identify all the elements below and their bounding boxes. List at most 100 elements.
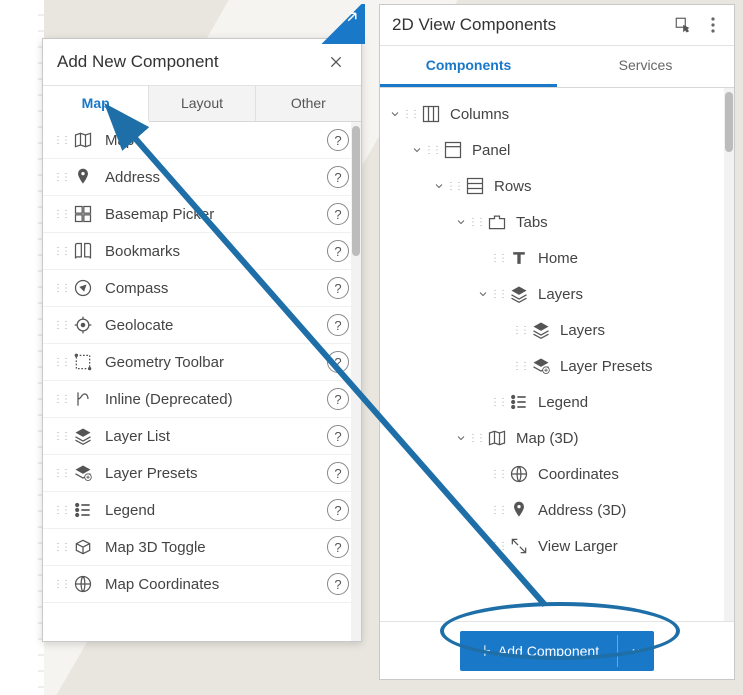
chevron-icon[interactable]: [432, 180, 446, 192]
component-label: Map Coordinates: [105, 576, 327, 593]
component-item[interactable]: ⋮⋮ Layer List?: [43, 418, 359, 455]
right-scrollbar[interactable]: [724, 88, 734, 621]
help-icon[interactable]: ?: [327, 277, 349, 299]
drag-handle-icon[interactable]: ⋮⋮: [53, 431, 63, 442]
help-icon[interactable]: ?: [327, 166, 349, 188]
tree-node[interactable]: ⋮⋮Layers: [388, 276, 730, 312]
drag-handle-icon[interactable]: ⋮⋮: [53, 394, 63, 405]
component-item[interactable]: ⋮⋮Geometry Toolbar?: [43, 344, 359, 381]
component-item[interactable]: ⋮⋮Compass?: [43, 270, 359, 307]
drag-handle-icon[interactable]: ⋮⋮: [53, 172, 63, 183]
chevron-icon[interactable]: [454, 216, 468, 228]
help-icon[interactable]: ?: [327, 314, 349, 336]
component-item[interactable]: ⋮⋮Bookmarks?: [43, 233, 359, 270]
chevron-icon[interactable]: [410, 144, 424, 156]
component-item[interactable]: ⋮⋮ Basemap Picker?: [43, 196, 359, 233]
book-icon: [71, 239, 95, 263]
help-icon[interactable]: ?: [327, 462, 349, 484]
tree-node[interactable]: ⋮⋮ Map (3D): [388, 420, 730, 456]
drag-handle-icon[interactable]: ⋮⋮: [53, 579, 63, 590]
drag-handle-icon[interactable]: ⋮⋮: [468, 433, 478, 444]
chevron-icon[interactable]: [388, 108, 402, 120]
drag-handle-icon[interactable]: ⋮⋮: [53, 320, 63, 331]
component-item[interactable]: ⋮⋮Inline (Deprecated)?: [43, 381, 359, 418]
tree-label: Columns: [450, 106, 730, 123]
left-scrollbar[interactable]: [351, 122, 361, 641]
tree-node[interactable]: ⋮⋮Rows: [388, 168, 730, 204]
close-button[interactable]: [325, 51, 347, 73]
tree-node[interactable]: ⋮⋮Coordinates: [388, 456, 730, 492]
add-component-dropdown[interactable]: [617, 635, 654, 667]
drag-handle-icon[interactable]: ⋮⋮: [53, 246, 63, 257]
drag-handle-icon[interactable]: ⋮⋮: [53, 135, 63, 146]
component-item[interactable]: ⋮⋮Map?: [43, 122, 359, 159]
help-icon[interactable]: ?: [327, 240, 349, 262]
component-label: Basemap Picker: [105, 206, 327, 223]
tree-node[interactable]: ⋮⋮Layer Presets: [388, 348, 730, 384]
drag-handle-icon[interactable]: ⋮⋮: [53, 209, 63, 220]
tree-label: Panel: [472, 142, 730, 159]
help-icon[interactable]: ?: [327, 203, 349, 225]
drag-handle-icon[interactable]: ⋮⋮: [53, 468, 63, 479]
tab-other[interactable]: Other: [256, 86, 361, 121]
tree-node[interactable]: ⋮⋮ Panel: [388, 132, 730, 168]
tree-node[interactable]: ⋮⋮Layers: [388, 312, 730, 348]
drag-handle-icon[interactable]: ⋮⋮: [512, 325, 522, 336]
tree-label: Map (3D): [516, 430, 730, 447]
component-item[interactable]: ⋮⋮ Map Coordinates?: [43, 566, 359, 603]
component-item[interactable]: ⋮⋮ Geolocate?: [43, 307, 359, 344]
drag-handle-icon[interactable]: ⋮⋮: [446, 181, 456, 192]
select-icon[interactable]: [674, 16, 692, 34]
pin-icon: [71, 165, 95, 189]
help-icon[interactable]: ?: [327, 129, 349, 151]
help-icon[interactable]: ?: [327, 351, 349, 373]
chevron-icon[interactable]: [454, 432, 468, 444]
tab-components[interactable]: Components: [380, 46, 557, 87]
tree-label: View Larger: [538, 538, 730, 555]
component-item[interactable]: ⋮⋮Legend?: [43, 492, 359, 529]
tree-node[interactable]: ⋮⋮Address (3D): [388, 492, 730, 528]
tree-node[interactable]: ⋮⋮Home: [388, 240, 730, 276]
tree-node[interactable]: ⋮⋮ View Larger: [388, 528, 730, 564]
help-icon[interactable]: ?: [327, 388, 349, 410]
tree-node[interactable]: ⋮⋮Tabs: [388, 204, 730, 240]
drag-handle-icon[interactable]: ⋮⋮: [490, 397, 500, 408]
tree-node[interactable]: ⋮⋮Legend: [388, 384, 730, 420]
drag-handle-icon[interactable]: ⋮⋮: [53, 542, 63, 553]
map-icon: [71, 128, 95, 152]
tab-services[interactable]: Services: [557, 46, 734, 87]
component-item[interactable]: ⋮⋮Layer Presets?: [43, 455, 359, 492]
help-icon[interactable]: ?: [327, 536, 349, 558]
component-label: Layer List: [105, 428, 327, 445]
tree-node[interactable]: ⋮⋮ Columns: [388, 96, 730, 132]
drag-handle-icon[interactable]: ⋮⋮: [424, 145, 434, 156]
chevron-icon[interactable]: [476, 288, 490, 300]
target-icon: [71, 313, 95, 337]
tab-layout[interactable]: Layout: [149, 86, 255, 121]
drag-handle-icon[interactable]: ⋮⋮: [53, 505, 63, 516]
drag-handle-icon[interactable]: ⋮⋮: [402, 109, 412, 120]
left-tabs: MapLayoutOther: [43, 86, 361, 122]
component-item[interactable]: ⋮⋮Address?: [43, 159, 359, 196]
help-icon[interactable]: ?: [327, 425, 349, 447]
drag-handle-icon[interactable]: ⋮⋮: [490, 505, 500, 516]
drag-handle-icon[interactable]: ⋮⋮: [512, 361, 522, 372]
right-tabs: ComponentsServices: [380, 46, 734, 88]
component-item[interactable]: ⋮⋮Map 3D Toggle?: [43, 529, 359, 566]
help-icon[interactable]: ?: [327, 499, 349, 521]
drag-handle-icon[interactable]: ⋮⋮: [53, 357, 63, 368]
drag-handle-icon[interactable]: ⋮⋮: [490, 541, 500, 552]
drag-handle-icon[interactable]: ⋮⋮: [490, 253, 500, 264]
legend-icon: [508, 391, 530, 413]
help-icon[interactable]: ?: [327, 573, 349, 595]
drag-handle-icon[interactable]: ⋮⋮: [490, 469, 500, 480]
menu-icon[interactable]: [704, 16, 722, 34]
drag-handle-icon[interactable]: ⋮⋮: [468, 217, 478, 228]
component-label: Geolocate: [105, 317, 327, 334]
add-component-button[interactable]: ＋Add Component: [460, 631, 654, 671]
tab-map[interactable]: Map: [43, 86, 149, 122]
drag-handle-icon[interactable]: ⋮⋮: [53, 283, 63, 294]
popout-corner[interactable]: [317, 4, 365, 44]
grid-icon: [71, 202, 95, 226]
drag-handle-icon[interactable]: ⋮⋮: [490, 289, 500, 300]
